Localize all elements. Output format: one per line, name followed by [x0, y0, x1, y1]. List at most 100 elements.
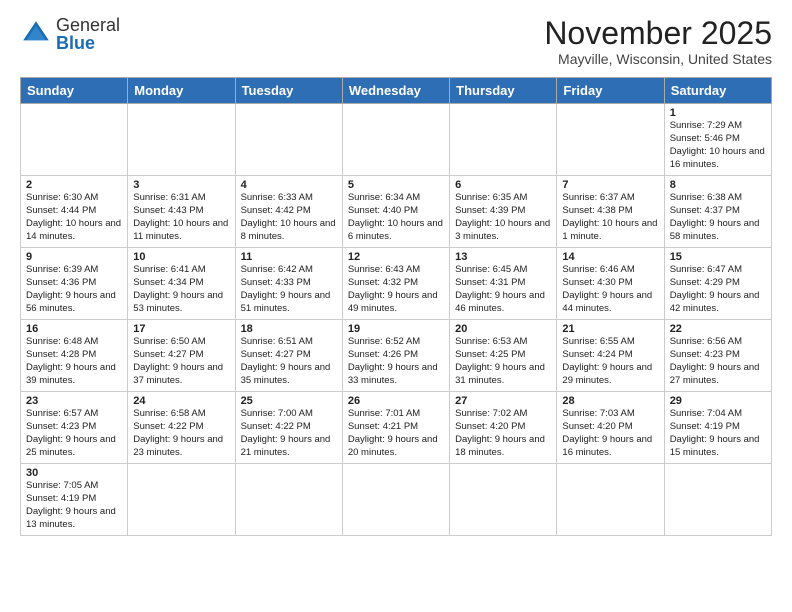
calendar-cell: 10Sunrise: 6:41 AM Sunset: 4:34 PM Dayli…	[128, 248, 235, 320]
logo-blue: Blue	[56, 33, 95, 53]
day-info: Sunrise: 7:05 AM Sunset: 4:19 PM Dayligh…	[26, 480, 122, 531]
day-number: 16	[26, 323, 122, 335]
calendar-cell	[557, 104, 664, 176]
calendar-cell: 18Sunrise: 6:51 AM Sunset: 4:27 PM Dayli…	[235, 320, 342, 392]
calendar-cell: 8Sunrise: 6:38 AM Sunset: 4:37 PM Daylig…	[664, 176, 771, 248]
calendar-cell: 13Sunrise: 6:45 AM Sunset: 4:31 PM Dayli…	[450, 248, 557, 320]
calendar-cell: 20Sunrise: 6:53 AM Sunset: 4:25 PM Dayli…	[450, 320, 557, 392]
calendar-cell: 25Sunrise: 7:00 AM Sunset: 4:22 PM Dayli…	[235, 392, 342, 464]
day-info: Sunrise: 7:04 AM Sunset: 4:19 PM Dayligh…	[670, 408, 766, 459]
calendar-cell: 24Sunrise: 6:58 AM Sunset: 4:22 PM Dayli…	[128, 392, 235, 464]
calendar-cell: 21Sunrise: 6:55 AM Sunset: 4:24 PM Dayli…	[557, 320, 664, 392]
calendar-cell	[342, 104, 449, 176]
day-number: 5	[348, 179, 444, 191]
calendar-cell: 1Sunrise: 7:29 AM Sunset: 5:46 PM Daylig…	[664, 104, 771, 176]
calendar-cell	[128, 104, 235, 176]
day-info: Sunrise: 6:34 AM Sunset: 4:40 PM Dayligh…	[348, 192, 444, 243]
day-info: Sunrise: 6:41 AM Sunset: 4:34 PM Dayligh…	[133, 264, 229, 315]
day-info: Sunrise: 6:48 AM Sunset: 4:28 PM Dayligh…	[26, 336, 122, 387]
day-info: Sunrise: 7:02 AM Sunset: 4:20 PM Dayligh…	[455, 408, 551, 459]
calendar-cell: 12Sunrise: 6:43 AM Sunset: 4:32 PM Dayli…	[342, 248, 449, 320]
weekday-header-wednesday: Wednesday	[342, 78, 449, 104]
weekday-header-monday: Monday	[128, 78, 235, 104]
day-info: Sunrise: 7:29 AM Sunset: 5:46 PM Dayligh…	[670, 120, 766, 171]
calendar-cell: 22Sunrise: 6:56 AM Sunset: 4:23 PM Dayli…	[664, 320, 771, 392]
week-row-4: 23Sunrise: 6:57 AM Sunset: 4:23 PM Dayli…	[21, 392, 772, 464]
day-number: 8	[670, 179, 766, 191]
calendar-table: SundayMondayTuesdayWednesdayThursdayFrid…	[20, 77, 772, 536]
logo-text: General Blue	[56, 16, 120, 52]
week-row-3: 16Sunrise: 6:48 AM Sunset: 4:28 PM Dayli…	[21, 320, 772, 392]
day-number: 24	[133, 395, 229, 407]
day-info: Sunrise: 6:38 AM Sunset: 4:37 PM Dayligh…	[670, 192, 766, 243]
calendar-cell	[450, 104, 557, 176]
day-number: 25	[241, 395, 337, 407]
day-info: Sunrise: 6:45 AM Sunset: 4:31 PM Dayligh…	[455, 264, 551, 315]
header: General Blue November 2025 Mayville, Wis…	[20, 16, 772, 67]
calendar-cell: 14Sunrise: 6:46 AM Sunset: 4:30 PM Dayli…	[557, 248, 664, 320]
weekday-header-row: SundayMondayTuesdayWednesdayThursdayFrid…	[21, 78, 772, 104]
day-number: 6	[455, 179, 551, 191]
calendar-cell	[664, 464, 771, 536]
day-number: 21	[562, 323, 658, 335]
calendar-cell: 15Sunrise: 6:47 AM Sunset: 4:29 PM Dayli…	[664, 248, 771, 320]
day-info: Sunrise: 6:37 AM Sunset: 4:38 PM Dayligh…	[562, 192, 658, 243]
calendar-cell	[450, 464, 557, 536]
day-number: 13	[455, 251, 551, 263]
page: General Blue November 2025 Mayville, Wis…	[0, 0, 792, 546]
day-info: Sunrise: 7:01 AM Sunset: 4:21 PM Dayligh…	[348, 408, 444, 459]
calendar-cell: 2Sunrise: 6:30 AM Sunset: 4:44 PM Daylig…	[21, 176, 128, 248]
day-number: 11	[241, 251, 337, 263]
calendar-cell	[235, 464, 342, 536]
day-number: 18	[241, 323, 337, 335]
day-number: 12	[348, 251, 444, 263]
day-number: 4	[241, 179, 337, 191]
day-info: Sunrise: 6:56 AM Sunset: 4:23 PM Dayligh…	[670, 336, 766, 387]
calendar-cell: 11Sunrise: 6:42 AM Sunset: 4:33 PM Dayli…	[235, 248, 342, 320]
day-number: 14	[562, 251, 658, 263]
day-number: 9	[26, 251, 122, 263]
day-info: Sunrise: 6:50 AM Sunset: 4:27 PM Dayligh…	[133, 336, 229, 387]
calendar-cell: 29Sunrise: 7:04 AM Sunset: 4:19 PM Dayli…	[664, 392, 771, 464]
day-info: Sunrise: 6:58 AM Sunset: 4:22 PM Dayligh…	[133, 408, 229, 459]
calendar-cell	[557, 464, 664, 536]
location: Mayville, Wisconsin, United States	[544, 51, 772, 67]
calendar-cell: 26Sunrise: 7:01 AM Sunset: 4:21 PM Dayli…	[342, 392, 449, 464]
weekday-header-thursday: Thursday	[450, 78, 557, 104]
calendar-cell: 9Sunrise: 6:39 AM Sunset: 4:36 PM Daylig…	[21, 248, 128, 320]
day-number: 7	[562, 179, 658, 191]
calendar-cell: 4Sunrise: 6:33 AM Sunset: 4:42 PM Daylig…	[235, 176, 342, 248]
day-info: Sunrise: 6:46 AM Sunset: 4:30 PM Dayligh…	[562, 264, 658, 315]
calendar-cell: 28Sunrise: 7:03 AM Sunset: 4:20 PM Dayli…	[557, 392, 664, 464]
generalblue-logo-icon	[20, 18, 52, 50]
day-number: 20	[455, 323, 551, 335]
day-info: Sunrise: 6:30 AM Sunset: 4:44 PM Dayligh…	[26, 192, 122, 243]
day-number: 30	[26, 467, 122, 479]
calendar-cell: 6Sunrise: 6:35 AM Sunset: 4:39 PM Daylig…	[450, 176, 557, 248]
day-info: Sunrise: 6:42 AM Sunset: 4:33 PM Dayligh…	[241, 264, 337, 315]
title-block: November 2025 Mayville, Wisconsin, Unite…	[544, 16, 772, 67]
day-info: Sunrise: 6:33 AM Sunset: 4:42 PM Dayligh…	[241, 192, 337, 243]
day-info: Sunrise: 6:31 AM Sunset: 4:43 PM Dayligh…	[133, 192, 229, 243]
day-number: 19	[348, 323, 444, 335]
day-number: 23	[26, 395, 122, 407]
day-number: 10	[133, 251, 229, 263]
day-number: 15	[670, 251, 766, 263]
weekday-header-tuesday: Tuesday	[235, 78, 342, 104]
calendar-cell	[128, 464, 235, 536]
day-number: 1	[670, 107, 766, 119]
day-number: 26	[348, 395, 444, 407]
logo: General Blue	[20, 16, 120, 52]
weekday-header-sunday: Sunday	[21, 78, 128, 104]
day-number: 2	[26, 179, 122, 191]
day-info: Sunrise: 6:51 AM Sunset: 4:27 PM Dayligh…	[241, 336, 337, 387]
calendar-cell: 7Sunrise: 6:37 AM Sunset: 4:38 PM Daylig…	[557, 176, 664, 248]
day-info: Sunrise: 7:03 AM Sunset: 4:20 PM Dayligh…	[562, 408, 658, 459]
week-row-2: 9Sunrise: 6:39 AM Sunset: 4:36 PM Daylig…	[21, 248, 772, 320]
weekday-header-saturday: Saturday	[664, 78, 771, 104]
calendar-cell	[21, 104, 128, 176]
week-row-1: 2Sunrise: 6:30 AM Sunset: 4:44 PM Daylig…	[21, 176, 772, 248]
day-info: Sunrise: 7:00 AM Sunset: 4:22 PM Dayligh…	[241, 408, 337, 459]
day-info: Sunrise: 6:57 AM Sunset: 4:23 PM Dayligh…	[26, 408, 122, 459]
calendar-cell: 17Sunrise: 6:50 AM Sunset: 4:27 PM Dayli…	[128, 320, 235, 392]
